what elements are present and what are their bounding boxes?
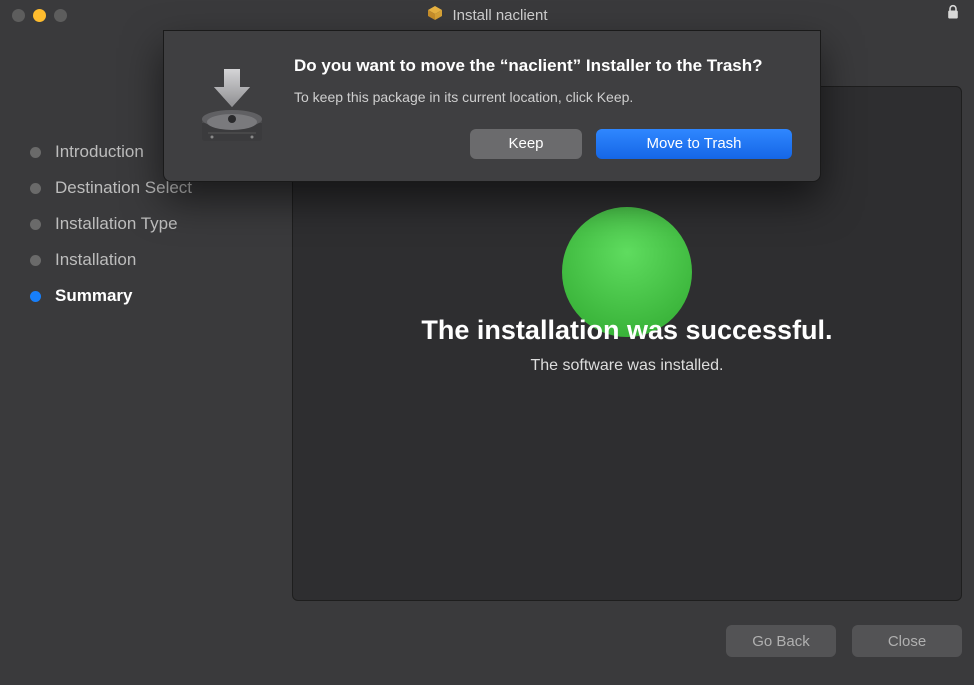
step-dot-icon	[30, 255, 41, 266]
go-back-button[interactable]: Go Back	[726, 625, 836, 657]
step-dot-icon	[30, 183, 41, 194]
keep-button[interactable]: Keep	[470, 129, 582, 159]
step-summary: Summary	[30, 278, 270, 314]
lock-icon	[946, 5, 960, 26]
step-label: Summary	[55, 286, 132, 306]
close-button[interactable]: Close	[852, 625, 962, 657]
success-heading: The installation was successful.	[293, 315, 961, 346]
step-label: Installation Type	[55, 214, 178, 234]
move-to-trash-dialog: Do you want to move the “naclient” Insta…	[163, 30, 821, 182]
step-installation-type: Installation Type	[30, 206, 270, 242]
success-subtext: The software was installed.	[293, 357, 961, 375]
window-controls	[0, 9, 67, 22]
step-installation: Installation	[30, 242, 270, 278]
installer-disk-icon	[192, 55, 272, 159]
maximize-window-button[interactable]	[54, 9, 67, 22]
footer-buttons: Go Back Close	[726, 625, 962, 657]
step-label: Introduction	[55, 142, 144, 162]
close-window-button[interactable]	[12, 9, 25, 22]
window-title: Install naclient	[452, 7, 547, 24]
package-icon	[426, 4, 444, 27]
step-dot-icon	[30, 291, 41, 302]
titlebar: Install naclient	[0, 0, 974, 30]
step-label: Installation	[55, 250, 136, 270]
move-to-trash-button[interactable]: Move to Trash	[596, 129, 792, 159]
step-dot-icon	[30, 147, 41, 158]
dialog-title: Do you want to move the “naclient” Insta…	[294, 55, 792, 78]
minimize-window-button[interactable]	[33, 9, 46, 22]
dialog-body-text: To keep this package in its current loca…	[294, 88, 792, 107]
step-dot-icon	[30, 219, 41, 230]
